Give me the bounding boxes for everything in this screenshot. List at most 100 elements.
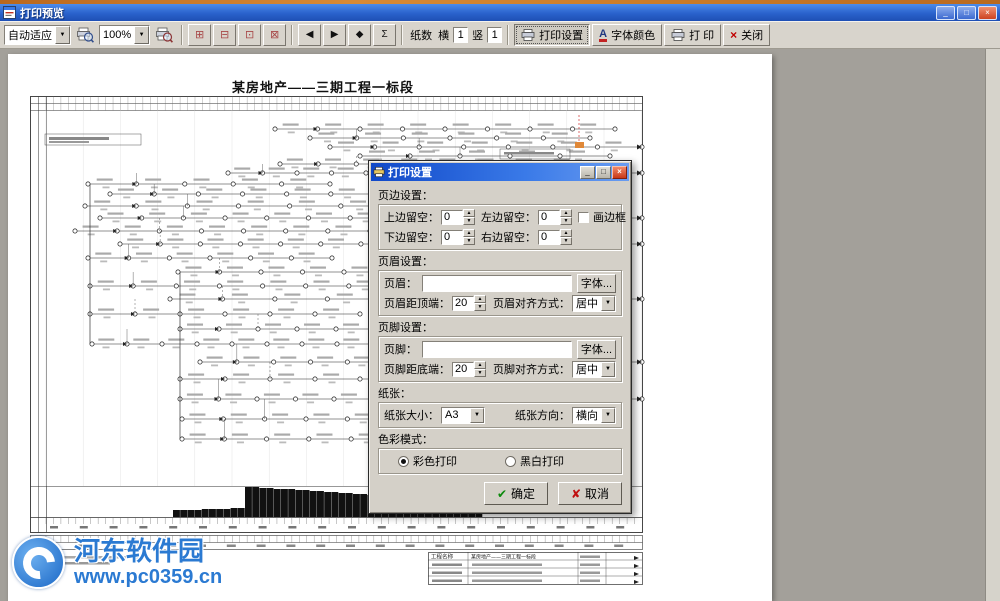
chevron-down-icon[interactable]: ▼ (601, 296, 615, 311)
check-icon: ✔ (497, 487, 507, 501)
color-print-radio[interactable]: 彩色打印 (398, 453, 457, 469)
chevron-down-icon[interactable]: ▼ (134, 26, 149, 44)
header-align-label: 页眉对齐方式： (493, 295, 570, 311)
zoom-out-preview-icon[interactable] (73, 24, 97, 46)
fit-mode-combobox[interactable]: 自动适应 ▼ (4, 25, 71, 45)
prev-page-button[interactable]: ◀ (298, 24, 321, 46)
header-align-value: 居中 (573, 295, 601, 311)
watermark-site-name: 河东软件园 (74, 537, 222, 566)
layout-single-page-button[interactable]: ⊞ (188, 24, 211, 46)
printer-icon (521, 29, 535, 41)
left-margin-input[interactable] (538, 210, 560, 225)
layout-two-pages-button[interactable]: ⊟ (213, 24, 236, 46)
ok-button[interactable]: ✔ 确定 (484, 482, 548, 505)
bottom-margin-stepper: ▲▼ (441, 229, 475, 245)
cancel-button[interactable]: ✘ 取消 (558, 482, 622, 505)
close-icon: × (730, 29, 737, 41)
next-page-button[interactable]: ▶ (323, 24, 346, 46)
right-margin-input[interactable] (538, 230, 560, 245)
spin-down-button[interactable]: ▼ (474, 303, 486, 311)
dialog-close-button[interactable]: × (612, 166, 627, 179)
paper-group-label: 纸张： (378, 385, 622, 401)
vertical-scrollbar[interactable] (985, 49, 1000, 601)
header-distance-stepper: ▲▼ (452, 295, 486, 311)
maximize-button[interactable]: □ (957, 6, 976, 20)
header-align-combobox[interactable]: 居中 ▼ (572, 295, 616, 312)
zoom-in-preview-icon[interactable] (152, 24, 176, 46)
footer-group: 页脚： 字体... 页脚距底端： ▲▼ 页脚对齐方式： 居中 ▼ (378, 336, 622, 382)
paper-orientation-combobox[interactable]: 横向 ▼ (572, 407, 616, 424)
bottom-margin-label: 下边留空： (384, 229, 439, 245)
font-color-button[interactable]: A 字体颜色 (592, 24, 662, 46)
chevron-down-icon[interactable]: ▼ (470, 408, 484, 423)
left-arrow-icon: ◀ (306, 30, 314, 40)
footer-distance-stepper: ▲▼ (452, 361, 486, 377)
footer-text-input[interactable] (422, 341, 572, 358)
chevron-down-icon[interactable]: ▼ (601, 362, 615, 377)
spin-down-button[interactable]: ▼ (474, 369, 486, 377)
two-pages-icon: ⊟ (220, 30, 229, 41)
spin-up-button[interactable]: ▲ (463, 209, 475, 217)
toolbar-separator (507, 25, 509, 45)
window-title: 打印预览 (20, 5, 64, 21)
top-margin-input[interactable] (441, 210, 463, 225)
header-distance-label: 页眉距顶端： (384, 295, 450, 311)
top-margin-label: 上边留空： (384, 209, 439, 225)
bottom-margin-input[interactable] (441, 230, 463, 245)
print-settings-button[interactable]: 打印设置 (514, 24, 590, 46)
pages-horizontal-input[interactable] (453, 27, 468, 43)
footer-font-button[interactable]: 字体... (577, 340, 616, 359)
zoom-combobox[interactable]: 100% ▼ (99, 25, 150, 45)
close-preview-button[interactable]: × 关闭 (723, 24, 770, 46)
paper-size-combobox[interactable]: A3 ▼ (441, 407, 485, 424)
paper-size-value: A3 (442, 409, 470, 421)
pages-vertical-input[interactable] (487, 27, 502, 43)
watermark: 河东软件园 www.pc0359.cn (12, 536, 222, 589)
footer-align-combobox[interactable]: 居中 ▼ (572, 361, 616, 378)
layout-grid-button[interactable]: ⊠ (263, 24, 286, 46)
spin-up-button[interactable]: ▲ (474, 361, 486, 369)
print-button[interactable]: 打 印 (664, 24, 721, 46)
x-icon: ✘ (571, 487, 581, 501)
footer-distance-input[interactable] (452, 362, 474, 377)
header-font-button[interactable]: 字体... (577, 274, 616, 293)
spin-down-button[interactable]: ▼ (463, 217, 475, 225)
chevron-down-icon[interactable]: ▼ (601, 408, 615, 423)
spin-down-button[interactable]: ▼ (560, 217, 572, 225)
toolbar-separator (401, 25, 403, 45)
spin-up-button[interactable]: ▲ (463, 229, 475, 237)
zoom-value: 100% (100, 29, 134, 41)
footer-align-label: 页脚对齐方式： (493, 361, 570, 377)
spin-down-button[interactable]: ▼ (560, 237, 572, 245)
right-margin-label: 右边留空： (481, 229, 536, 245)
minimize-button[interactable]: _ (936, 6, 955, 20)
toolbar: 自动适应 ▼ 100% ▼ ⊞ (0, 21, 1000, 49)
total-pages-button[interactable]: Σ (373, 24, 396, 46)
header-distance-input[interactable] (452, 296, 474, 311)
bw-print-label: 黑白打印 (520, 453, 564, 469)
print-settings-label: 打印设置 (539, 27, 583, 43)
titlebar: 打印预览 _ □ × (0, 4, 1000, 21)
dialog-maximize-button[interactable]: □ (596, 166, 611, 179)
bw-print-radio[interactable]: 黑白打印 (505, 453, 564, 469)
right-arrow-icon: ▶ (331, 30, 339, 40)
spin-up-button[interactable]: ▲ (560, 229, 572, 237)
top-margin-stepper: ▲▼ (441, 209, 475, 225)
header-text-input[interactable] (422, 275, 572, 292)
dialog-actions: ✔ 确定 ✘ 取消 (378, 482, 622, 505)
fit-page-button[interactable]: ◆ (348, 24, 371, 46)
layout-four-pages-button[interactable]: ⊡ (238, 24, 261, 46)
grid-icon: ⊞ (195, 30, 204, 41)
four-pages-icon: ⊡ (245, 30, 254, 41)
close-window-button[interactable]: × (978, 6, 997, 20)
spin-down-button[interactable]: ▼ (463, 237, 475, 245)
margins-group-label: 页边设置： (378, 187, 622, 203)
spin-up-button[interactable]: ▲ (560, 209, 572, 217)
dialog-minimize-button[interactable]: _ (580, 166, 595, 179)
chevron-down-icon[interactable]: ▼ (55, 26, 70, 44)
ok-label: 确定 (511, 485, 535, 502)
toolbar-separator (291, 25, 293, 45)
dialog-body: 页边设置： 上边留空： ▲▼ 左边留空： ▲▼ 画边框 (371, 181, 629, 511)
spin-up-button[interactable]: ▲ (474, 295, 486, 303)
draw-border-checkbox[interactable]: 画边框 (578, 209, 626, 225)
